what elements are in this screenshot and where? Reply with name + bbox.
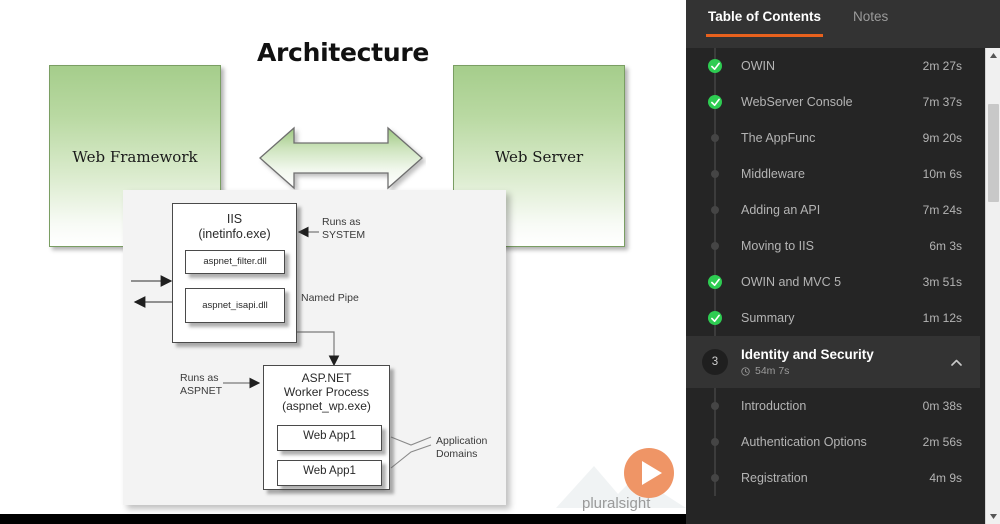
worker-title-line2: Worker Process: [283, 385, 370, 400]
completed-check-icon: [708, 275, 722, 289]
web-app-2-label: Web App1: [303, 465, 356, 477]
toc-item-title: Adding an API: [741, 203, 821, 217]
iis-architecture-diagram: IIS (inetinfo.exe) aspnet_filter.dll asp…: [123, 190, 506, 505]
toc-item-title: The AppFunc: [741, 131, 816, 145]
sidebar-scrollbar[interactable]: [985, 48, 1000, 524]
tab-table-of-contents[interactable]: Table of Contents: [706, 9, 823, 39]
module-texts: Identity and Security 54m 7s: [741, 347, 951, 377]
web-framework-label: Web Framework: [72, 148, 198, 166]
pluralsight-brand-text: pluralsight: [582, 495, 651, 512]
timeline-dot-icon: [711, 170, 719, 178]
toc-item-duration: 0m 38s: [922, 399, 962, 413]
worker-title-line1: ASP.NET: [301, 371, 352, 385]
scroll-up-icon[interactable]: [986, 48, 1000, 63]
toc-item-title: Introduction: [741, 399, 807, 413]
application-domains-note: Application Domains: [436, 435, 488, 460]
toc-item[interactable]: Moving to IIS 6m 3s: [686, 228, 980, 264]
course-player: Architecture Web Framework Web Server II…: [0, 0, 1000, 524]
toc-item[interactable]: The AppFunc 9m 20s: [686, 120, 980, 156]
runs-as-system-note: Runs as SYSTEM: [322, 216, 366, 241]
toc-item-title: Registration: [741, 471, 808, 485]
toc-item[interactable]: OWIN 2m 27s: [686, 48, 980, 84]
toc-scroll-area[interactable]: OWIN 2m 27s WebServer Console 7m 37s The App…: [686, 48, 1000, 524]
aspnet-worker-process-title: ASP.NET Worker Process (aspnet_wp.exe): [263, 371, 390, 413]
timeline-dot-icon: [711, 206, 719, 214]
clock-icon: [741, 366, 750, 376]
toc-item-title: OWIN: [741, 59, 776, 73]
named-pipe-note: Named Pipe: [301, 292, 359, 304]
slide-title: Architecture: [256, 38, 430, 67]
toc-item-title: OWIN and MVC 5: [741, 275, 842, 289]
web-app-1-label: Web App1: [303, 430, 356, 442]
runs-as-aspnet-note: Runs as ASPNET: [180, 372, 223, 397]
slide-canvas: Architecture Web Framework Web Server II…: [0, 0, 686, 514]
toc-item-title: Middleware: [741, 167, 805, 181]
sidebar: Table of Contents Notes OWIN 2m 27s WebSer…: [686, 0, 1000, 524]
aspnet-filter-dll-label: aspnet_filter.dll: [203, 256, 267, 267]
aspnet-isapi-dll-label: aspnet_isapi.dll: [202, 300, 268, 311]
video-bottom-bar: [0, 514, 686, 524]
timeline-dot-icon: [711, 134, 719, 142]
toc-item[interactable]: Middleware 10m 6s: [686, 156, 980, 192]
toc-item-title: Authentication Options: [741, 435, 867, 449]
completed-check-icon: [708, 311, 722, 325]
timeline-dot-icon: [711, 402, 719, 410]
toc-item-duration: 3m 51s: [922, 275, 962, 289]
toc-list: OWIN 2m 27s WebServer Console 7m 37s The App…: [686, 48, 1000, 496]
iis-title-line2: (inetinfo.exe): [198, 226, 271, 241]
timeline-dot-icon: [711, 438, 719, 446]
module-number-badge: 3: [702, 349, 728, 375]
tab-notes-label: Notes: [853, 9, 889, 24]
module-duration: 54m 7s: [755, 365, 790, 377]
timeline-dot-icon: [711, 242, 719, 250]
module-meta: 54m 7s: [741, 365, 951, 377]
chevron-up-icon[interactable]: [951, 353, 962, 371]
tab-table-of-contents-label: Table of Contents: [708, 9, 821, 24]
play-icon: [624, 448, 674, 498]
toc-item-duration: 10m 6s: [922, 167, 962, 181]
toc-item-duration: 4m 9s: [929, 471, 962, 485]
web-server-label: Web Server: [494, 148, 584, 166]
module-header[interactable]: 3 Identity and Security 54m 7s: [686, 336, 980, 388]
tab-notes[interactable]: Notes: [851, 9, 890, 39]
toc-item[interactable]: Introduction 0m 38s: [686, 388, 980, 424]
iis-title: IIS (inetinfo.exe): [172, 212, 297, 242]
worker-title-line3: (aspnet_wp.exe): [282, 399, 371, 414]
toc-item-title: WebServer Console: [741, 95, 853, 109]
toc-item-title: Summary: [741, 311, 795, 325]
completed-check-icon: [708, 59, 722, 73]
video-pane[interactable]: Architecture Web Framework Web Server II…: [0, 0, 686, 524]
toc-item-duration: 2m 56s: [922, 435, 962, 449]
pluralsight-watermark: pluralsight: [556, 430, 686, 514]
scroll-down-icon[interactable]: [986, 509, 1000, 524]
toc-item-duration: 9m 20s: [922, 131, 962, 145]
completed-check-icon: [708, 95, 722, 109]
scrollbar-thumb[interactable]: [988, 104, 999, 202]
toc-item[interactable]: Summary 1m 12s: [686, 300, 980, 336]
toc-item-duration: 1m 12s: [922, 311, 962, 325]
toc-item-title: Moving to IIS: [741, 239, 814, 253]
toc-item[interactable]: OWIN and MVC 5 3m 51s: [686, 264, 980, 300]
toc-item-duration: 2m 27s: [922, 59, 962, 73]
sidebar-tabbar: Table of Contents Notes: [686, 0, 1000, 48]
toc-item[interactable]: Registration 4m 9s: [686, 460, 980, 496]
module-title: Identity and Security: [741, 347, 874, 362]
toc-item[interactable]: Adding an API 7m 24s: [686, 192, 980, 228]
double-headed-arrow-icon: [256, 122, 426, 194]
toc-item-duration: 6m 3s: [929, 239, 962, 253]
timeline-dot-icon: [711, 474, 719, 482]
toc-item[interactable]: WebServer Console 7m 37s: [686, 84, 980, 120]
toc-item-duration: 7m 37s: [922, 95, 962, 109]
toc-item[interactable]: Authentication Options 2m 56s: [686, 424, 980, 460]
iis-title-line1: IIS: [226, 212, 243, 226]
toc-item-duration: 7m 24s: [922, 203, 962, 217]
